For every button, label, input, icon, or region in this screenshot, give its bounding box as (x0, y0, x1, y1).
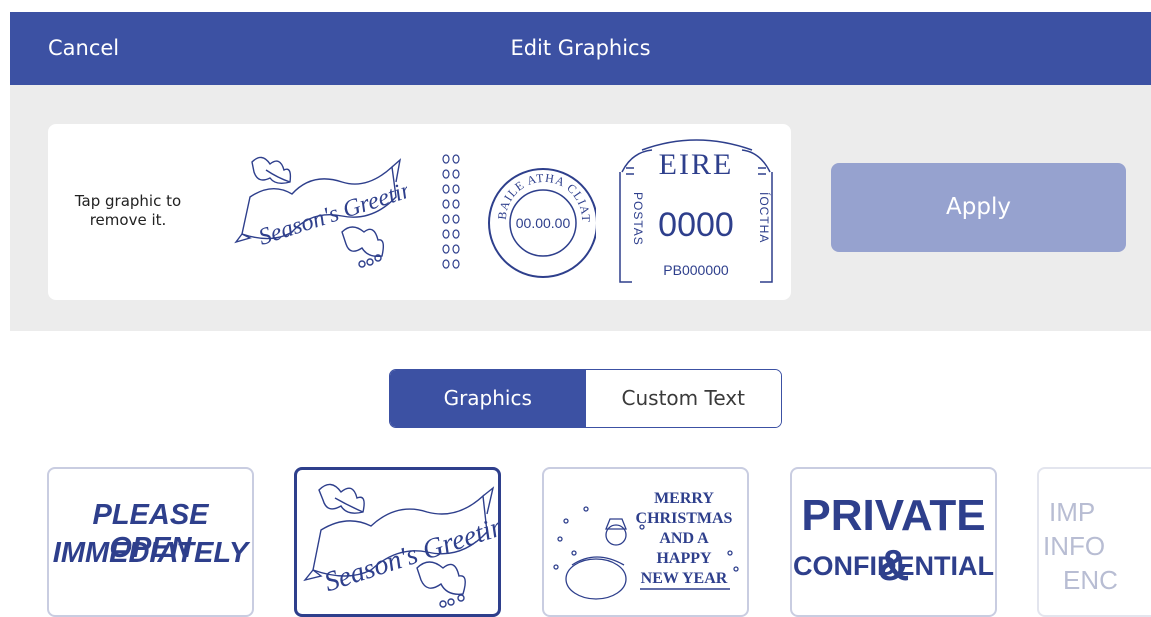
cancel-button[interactable]: Cancel (48, 12, 119, 85)
indicia-serial: PB000000 (663, 262, 729, 278)
seasons-greetings-graphic: Season's Greetings (303, 483, 501, 608)
graphic-tile-important-info[interactable]: IMP INFO ENC (1037, 467, 1151, 617)
tile-text-line-2: CONFIDENTIAL (793, 551, 994, 581)
tile-xmas-line-2: CHRISTMAS (636, 510, 733, 527)
indicia-value: 0000 (658, 206, 734, 244)
indicia-country: EIRE (659, 148, 734, 181)
tile-text-line-2: INFO (1043, 531, 1106, 561)
date-stamp: BAILE ATHA CLIATH 00.00.00 (486, 138, 596, 278)
graphics-text-toggle: Graphics Custom Text (389, 369, 782, 428)
tile-xmas-line-5: NEW YEAR (641, 570, 728, 587)
snowman-graphic: MERRY CHRISTMAS AND A HAPPY NEW YEAR (553, 490, 739, 600)
top-bar: Edit Graphics Cancel (10, 12, 1151, 85)
preview-card: Tap graphic to remove it. Season's Greet… (48, 124, 791, 300)
tile-text-line-2: IMMEDIATELY (52, 537, 249, 569)
indicia-left-side: POSTAS (631, 192, 645, 246)
preview-graphic-text: Season's Greetings (256, 170, 407, 251)
postage-indicia: EIRE 0000 PB000000 POSTAS ÍOCTHA (619, 139, 773, 283)
indicia-right-side: ÍOCTHA (757, 192, 772, 243)
apply-button[interactable]: Apply (831, 163, 1126, 252)
dot-column (442, 154, 460, 269)
graphic-tile-please-open[interactable]: PLEASE OPEN IMMEDIATELY (47, 467, 254, 617)
tile-xmas-line-4: HAPPY (656, 550, 712, 567)
remove-hint: Tap graphic to remove it. (74, 192, 182, 229)
dater-date: 00.00.00 (516, 215, 571, 231)
preview-seasons-greetings-graphic[interactable]: Season's Greetings (232, 152, 407, 272)
tile-xmas-line-1: MERRY (654, 490, 714, 507)
tile-xmas-line-3: AND A (659, 530, 709, 547)
graphic-tile-private-confidential[interactable]: PRIVATE & CONFIDENTIAL (790, 467, 997, 617)
tile-text-line-3: ENC (1063, 565, 1118, 595)
page-title: Edit Graphics (510, 36, 651, 60)
tab-graphics[interactable]: Graphics (390, 370, 586, 427)
tab-custom-text[interactable]: Custom Text (585, 370, 781, 427)
graphic-tile-seasons-greetings[interactable]: Season's Greetings (294, 467, 501, 617)
tile-graphic-text: Season's Greetings (321, 503, 501, 598)
graphic-tile-merry-christmas[interactable]: MERRY CHRISTMAS AND A HAPPY NEW YEAR (542, 467, 749, 617)
tile-text-line-1: IMP (1049, 497, 1096, 527)
